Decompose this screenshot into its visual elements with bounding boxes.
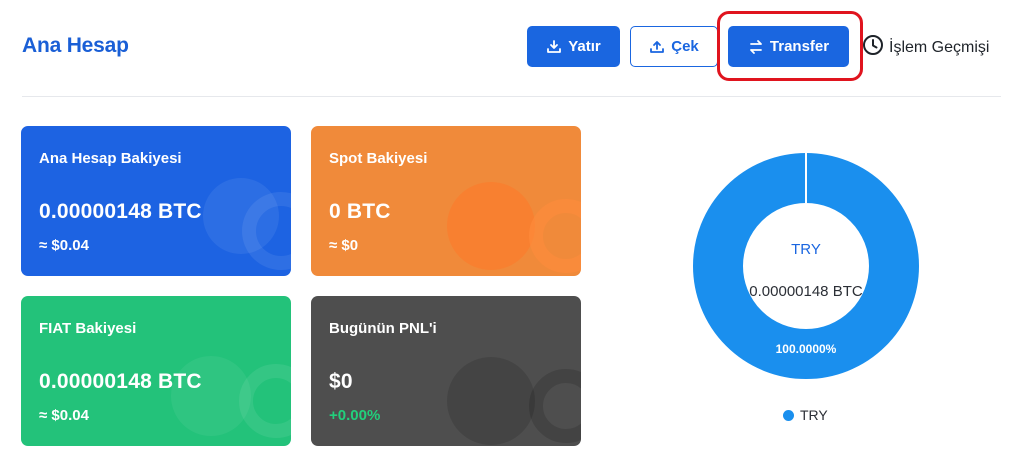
asset-distribution-chart: TRY 0.00000148 BTC 100.0000%	[693, 153, 919, 379]
card-decoration-icon	[447, 357, 581, 445]
card-decoration-icon	[447, 182, 581, 273]
card-subvalue: ≈ $0.04	[39, 237, 89, 254]
card-subvalue: ≈ $0	[329, 237, 359, 254]
fiat-balance-card: FIAT Bakiyesi 0.00000148 BTC ≈ $0.04	[21, 296, 291, 446]
card-subvalue: ≈ $0.04	[39, 407, 89, 424]
donut-slice-label: 100.0000%	[775, 342, 837, 356]
card-value: $0	[329, 370, 353, 393]
donut-center-label: TRY	[791, 241, 821, 258]
legend-dot-icon	[783, 409, 794, 421]
deposit-label: Yatır	[568, 38, 601, 55]
card-title: Ana Hesap Bakiyesi	[39, 150, 182, 167]
card-value: 0.00000148 BTC	[39, 370, 202, 393]
upload-icon	[649, 39, 665, 55]
withdraw-button[interactable]: Çek	[630, 26, 718, 67]
history-label: İşlem Geçmişi	[889, 38, 990, 56]
today-pnl-card: Bugünün PNL'i $0 +0.00%	[311, 296, 581, 446]
donut-slice-try[interactable]	[693, 153, 919, 379]
card-value: 0 BTC	[329, 200, 391, 223]
withdraw-label: Çek	[671, 38, 699, 55]
page-title: Ana Hesap	[22, 34, 129, 57]
legend-label: TRY	[800, 407, 828, 423]
donut-center-value: 0.00000148 BTC	[749, 283, 863, 300]
spot-balance-card: Spot Bakiyesi 0 BTC ≈ $0	[311, 126, 581, 276]
deposit-button[interactable]: Yatır	[527, 26, 620, 67]
card-title: Bugünün PNL'i	[329, 320, 437, 337]
transaction-history-link[interactable]: İşlem Geçmişi	[862, 34, 989, 61]
card-title: FIAT Bakiyesi	[39, 320, 137, 337]
transfer-highlight-ring	[717, 11, 863, 81]
pnl-percent: +0.00%	[329, 407, 381, 424]
card-title: Spot Bakiyesi	[329, 150, 428, 167]
clock-icon	[862, 34, 884, 61]
download-icon	[546, 39, 562, 55]
chart-legend[interactable]: TRY	[783, 407, 828, 423]
main-balance-card: Ana Hesap Bakiyesi 0.00000148 BTC ≈ $0.0…	[21, 126, 291, 276]
card-value: 0.00000148 BTC	[39, 200, 202, 223]
header-divider	[22, 96, 1001, 97]
